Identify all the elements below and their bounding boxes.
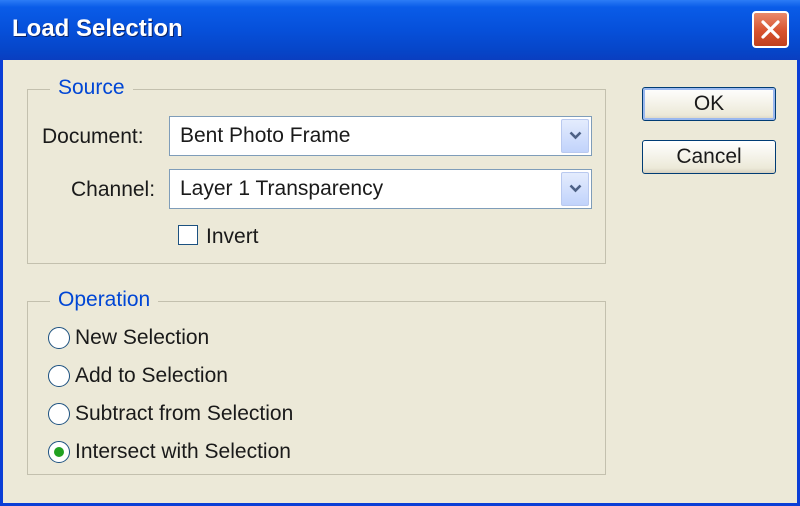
- add-to-selection-label[interactable]: Add to Selection: [75, 364, 228, 388]
- invert-checkbox[interactable]: [178, 225, 198, 245]
- intersect-with-selection-label[interactable]: Intersect with Selection: [75, 440, 291, 464]
- intersect-with-selection-radio[interactable]: [48, 441, 70, 463]
- document-dropdown[interactable]: Bent Photo Frame: [169, 116, 592, 156]
- radio-selected-dot: [54, 447, 64, 457]
- invert-label[interactable]: Invert: [206, 225, 259, 249]
- window-title: Load Selection: [12, 15, 183, 42]
- subtract-from-selection-radio[interactable]: [48, 403, 70, 425]
- title-bar[interactable]: Load Selection: [0, 0, 800, 60]
- channel-value: Layer 1 Transparency: [180, 177, 384, 200]
- chevron-down-icon: [569, 184, 582, 193]
- ok-button[interactable]: OK: [642, 87, 776, 121]
- channel-dropdown[interactable]: Layer 1 Transparency: [169, 169, 592, 209]
- add-to-selection-radio[interactable]: [48, 365, 70, 387]
- close-icon: [761, 20, 780, 39]
- subtract-from-selection-label[interactable]: Subtract from Selection: [75, 402, 293, 426]
- channel-dropdown-button[interactable]: [561, 172, 589, 206]
- new-selection-label[interactable]: New Selection: [75, 326, 209, 350]
- new-selection-radio[interactable]: [48, 327, 70, 349]
- close-button[interactable]: [752, 11, 789, 48]
- source-legend: Source: [50, 76, 133, 100]
- document-value: Bent Photo Frame: [180, 124, 351, 147]
- load-selection-dialog: Load Selection Source Document: Bent Pho…: [0, 0, 800, 506]
- document-dropdown-button[interactable]: [561, 119, 589, 153]
- cancel-button[interactable]: Cancel: [642, 140, 776, 174]
- channel-label: Channel:: [71, 178, 156, 201]
- operation-legend: Operation: [50, 288, 159, 312]
- document-label: Document:: [42, 125, 144, 148]
- chevron-down-icon: [569, 131, 582, 140]
